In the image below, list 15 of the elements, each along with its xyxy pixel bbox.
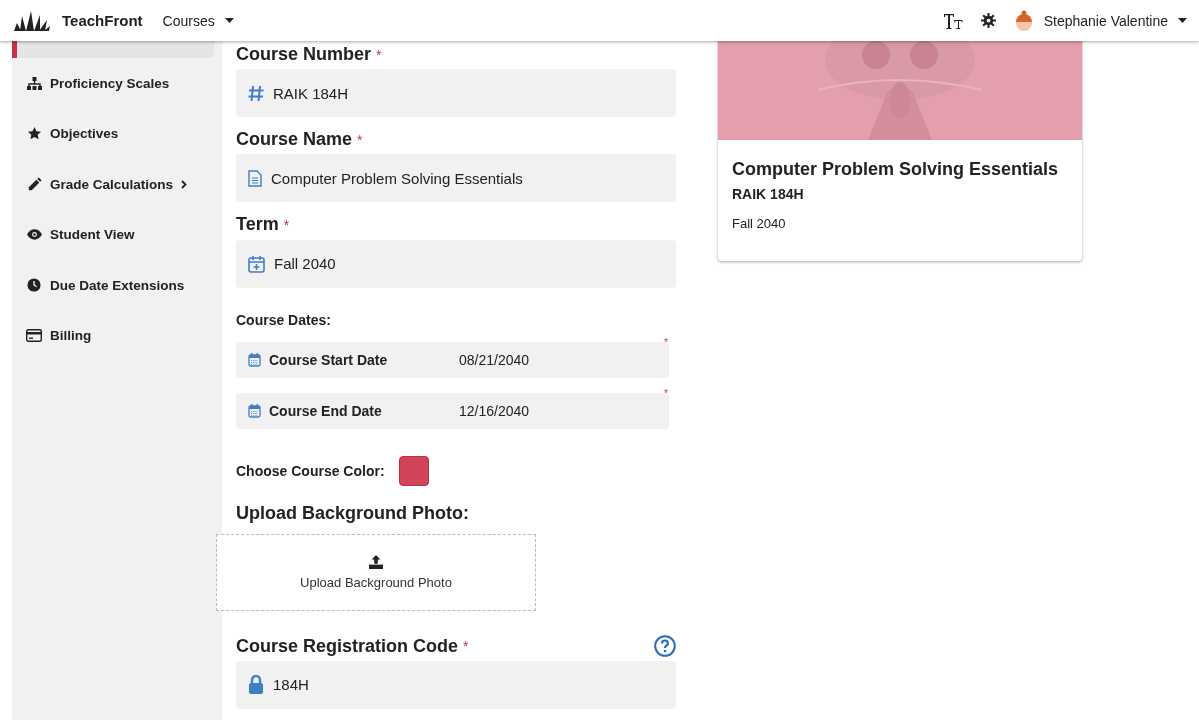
required-asterisk: * bbox=[357, 131, 363, 148]
card-title: Computer Problem Solving Essentials bbox=[732, 159, 1060, 180]
section-heading: Upload Background Photo: bbox=[236, 502, 470, 524]
card-course-code: RAIK 184H bbox=[732, 186, 805, 202]
color-label: Choose Course Color: bbox=[236, 462, 385, 479]
required-asterisk: * bbox=[376, 46, 382, 63]
card-term: Fall 2040 bbox=[732, 216, 787, 231]
section-label: Course Dates: bbox=[236, 311, 332, 328]
field-label: Course Name bbox=[236, 129, 353, 151]
brand-name: TeachFront bbox=[62, 12, 143, 29]
required-asterisk: * bbox=[463, 638, 469, 655]
required-asterisk: * bbox=[283, 217, 290, 233]
field-label: Course Registration Code bbox=[236, 635, 459, 657]
field-label: Course Number bbox=[236, 44, 372, 66]
field-label: Term bbox=[236, 214, 279, 236]
